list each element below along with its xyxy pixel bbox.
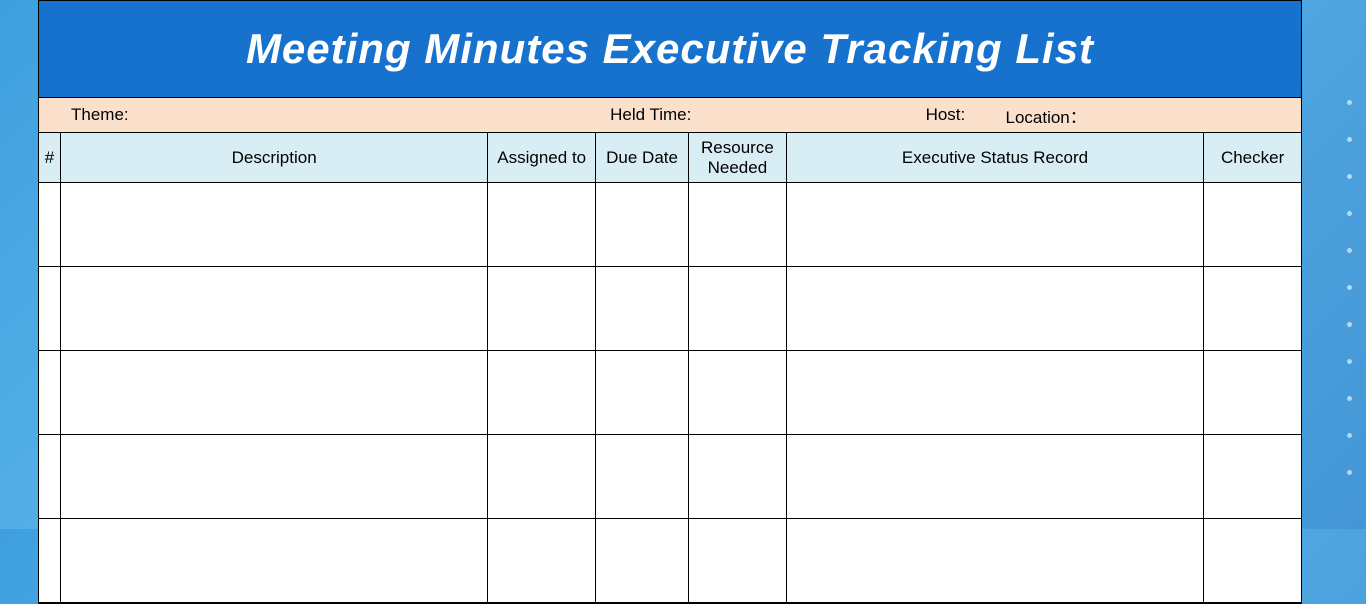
cell-resource_needed (689, 183, 787, 266)
cell-due_date (596, 267, 689, 350)
dot-icon (1347, 433, 1352, 438)
meta-row: Theme: Held Time: Host: Location： (39, 98, 1301, 133)
table-body (39, 183, 1301, 603)
meta-held-time-label: Held Time: (598, 98, 913, 132)
cell-executive_status (787, 183, 1204, 266)
cell-description (61, 267, 488, 350)
cell-checker (1204, 519, 1301, 602)
dot-icon (1347, 174, 1352, 179)
cell-resource_needed (689, 351, 787, 434)
cell-checker (1204, 267, 1301, 350)
dot-icon (1347, 470, 1352, 475)
table-row (39, 435, 1301, 519)
page-title: Meeting Minutes Executive Tracking List (246, 25, 1094, 73)
col-assigned-to: Assigned to (488, 133, 596, 182)
cell-description (61, 519, 488, 602)
table-row (39, 351, 1301, 435)
dot-icon (1347, 285, 1352, 290)
dot-icon (1347, 211, 1352, 216)
col-resource-needed: Resource Needed (689, 133, 787, 182)
table-row (39, 519, 1301, 603)
cell-description (61, 435, 488, 518)
dot-icon (1347, 248, 1352, 253)
meta-host-label: Host: (914, 98, 994, 132)
cell-description (61, 351, 488, 434)
meta-theme-label: Theme: (39, 98, 598, 132)
cell-due_date (596, 351, 689, 434)
cell-num (39, 351, 61, 434)
cell-due_date (596, 183, 689, 266)
cell-assigned_to (488, 435, 596, 518)
cell-resource_needed (689, 519, 787, 602)
cell-checker (1204, 435, 1301, 518)
cell-description (61, 183, 488, 266)
table-row (39, 183, 1301, 267)
cell-due_date (596, 435, 689, 518)
dot-icon (1347, 322, 1352, 327)
col-due-date: Due Date (596, 133, 689, 182)
page-header: Meeting Minutes Executive Tracking List (39, 1, 1301, 98)
col-checker: Checker (1204, 133, 1301, 182)
cell-assigned_to (488, 519, 596, 602)
cell-assigned_to (488, 351, 596, 434)
cell-num (39, 267, 61, 350)
cell-checker (1204, 183, 1301, 266)
cell-num (39, 519, 61, 602)
dot-icon (1347, 137, 1352, 142)
col-number: # (39, 133, 61, 182)
dot-icon (1347, 396, 1352, 401)
table-row (39, 267, 1301, 351)
cell-num (39, 183, 61, 266)
decorative-dots (1347, 100, 1352, 475)
cell-executive_status (787, 519, 1204, 602)
dot-icon (1347, 100, 1352, 105)
cell-assigned_to (488, 267, 596, 350)
document-page: Meeting Minutes Executive Tracking List … (38, 0, 1302, 604)
cell-checker (1204, 351, 1301, 434)
col-description: Description (61, 133, 488, 182)
meta-location-label: Location： (993, 98, 1301, 132)
col-executive-status: Executive Status Record (787, 133, 1204, 182)
cell-executive_status (787, 435, 1204, 518)
cell-executive_status (787, 351, 1204, 434)
cell-due_date (596, 519, 689, 602)
cell-assigned_to (488, 183, 596, 266)
column-header-row: # Description Assigned to Due Date Resou… (39, 133, 1301, 183)
cell-executive_status (787, 267, 1204, 350)
cell-num (39, 435, 61, 518)
cell-resource_needed (689, 435, 787, 518)
cell-resource_needed (689, 267, 787, 350)
dot-icon (1347, 359, 1352, 364)
